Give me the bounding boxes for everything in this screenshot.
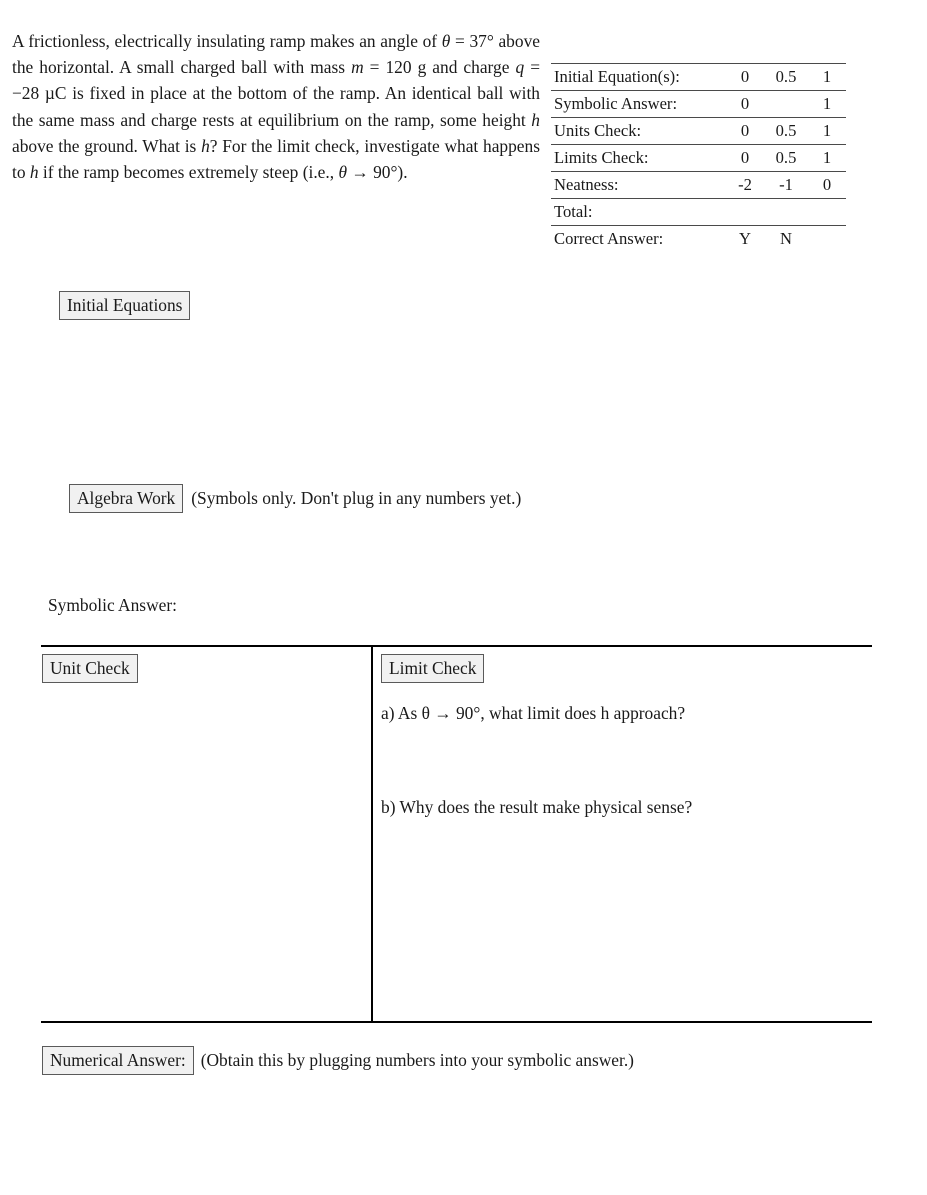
grading-label-correct-answer: Correct Answer: xyxy=(551,225,726,252)
numerical-answer-section: Numerical Answer: (Obtain this by pluggin… xyxy=(42,1046,634,1075)
check-section-vertical-divider xyxy=(371,645,373,1023)
grading-label-neatness: Neatness: xyxy=(551,171,726,199)
grading-row-correct-answer: Correct Answer: Y N xyxy=(551,225,846,252)
grading-label-initial-equations: Initial Equation(s): xyxy=(551,63,726,91)
grading-score-correct-answer-2[interactable] xyxy=(808,225,846,252)
algebra-work-section: Algebra Work (Symbols only. Don't plug in… xyxy=(69,484,521,513)
grading-row-symbolic-answer: Symbolic Answer: 0 1 xyxy=(551,90,846,118)
grading-score-limits-check-0[interactable]: 0 xyxy=(726,144,764,172)
symbolic-answer-section-label: Symbolic Answer: xyxy=(48,595,177,615)
grading-score-total-2[interactable] xyxy=(808,198,846,226)
limit-check-section-label: Limit Check xyxy=(381,654,485,683)
problem-symbol-theta-2: θ xyxy=(338,162,347,183)
grading-score-correct-answer-no[interactable]: N xyxy=(764,225,808,252)
grading-label-total: Total: xyxy=(551,198,726,226)
grading-score-symbolic-answer-0[interactable]: 0 xyxy=(726,90,764,118)
grading-score-total-1[interactable] xyxy=(764,198,808,226)
grading-score-neatness-0[interactable]: -2 xyxy=(726,171,764,199)
grading-row-neatness: Neatness: -2 -1 0 xyxy=(551,171,846,199)
grading-score-neatness-1[interactable]: -1 xyxy=(764,171,808,199)
numerical-answer-section-label: Numerical Answer: xyxy=(42,1046,194,1075)
limit-check-question-b: b) Why does the result make physical sen… xyxy=(381,797,693,817)
problem-run-4: = 120 g and charge xyxy=(363,57,516,78)
grading-score-initial-equations-2[interactable]: 1 xyxy=(808,63,846,91)
problem-statement: A frictionless, electrically insulating … xyxy=(12,28,540,185)
grading-score-limits-check-2[interactable]: 1 xyxy=(808,144,846,172)
problem-symbol-q: q xyxy=(515,57,525,78)
problem-run-0: A frictionless, electrically insulating … xyxy=(12,31,442,51)
problem-run-8: above the ground. What is xyxy=(12,135,202,156)
check-section-top-rule xyxy=(41,645,872,647)
grading-score-neatness-2[interactable]: 0 xyxy=(808,171,846,199)
grading-score-symbolic-answer-1[interactable] xyxy=(764,90,808,118)
problem-symbol-h-1: h xyxy=(531,109,540,130)
problem-symbol-m: m xyxy=(351,57,364,78)
initial-equations-section-label: Initial Equations xyxy=(59,291,191,320)
grading-label-units-check: Units Check: xyxy=(551,117,726,145)
grading-row-total: Total: xyxy=(551,198,846,226)
grading-score-correct-answer-yes[interactable]: Y xyxy=(726,225,764,252)
grading-score-units-check-0[interactable]: 0 xyxy=(726,117,764,145)
grading-score-limits-check-1[interactable]: 0.5 xyxy=(764,144,808,172)
grading-rubric-table: Initial Equation(s): 0 0.5 1 Symbolic An… xyxy=(551,57,846,252)
grading-row-initial-equations: Initial Equation(s): 0 0.5 1 xyxy=(551,63,846,91)
algebra-work-section-label: Algebra Work xyxy=(69,484,184,513)
algebra-work-note: (Symbols only. Don't plug in any numbers… xyxy=(191,488,522,508)
grading-label-limits-check: Limits Check: xyxy=(551,144,726,172)
limit-check-question-a: a) As θ → 90°, what limit does h approac… xyxy=(381,703,686,723)
grading-rubric-body: Initial Equation(s): 0 0.5 1 Symbolic An… xyxy=(551,57,846,252)
problem-symbol-h-2: h xyxy=(201,135,210,156)
problem-symbol-h-3: h xyxy=(29,162,39,183)
problem-run-14: → 90°). xyxy=(347,162,408,183)
numerical-answer-note: (Obtain this by plugging numbers into yo… xyxy=(200,1050,634,1070)
grading-score-symbolic-answer-2[interactable]: 1 xyxy=(808,90,846,118)
grading-row-limits-check: Limits Check: 0 0.5 1 xyxy=(551,144,846,172)
grading-score-total-0[interactable] xyxy=(726,198,764,226)
check-section-bottom-rule xyxy=(41,1021,872,1023)
grading-score-initial-equations-1[interactable]: 0.5 xyxy=(764,63,808,91)
unit-check-section-label: Unit Check xyxy=(42,654,138,683)
grading-score-units-check-1[interactable]: 0.5 xyxy=(764,117,808,145)
grading-score-initial-equations-0[interactable]: 0 xyxy=(726,63,764,91)
problem-run-12: if the ramp becomes extremely steep (i.e… xyxy=(38,162,339,183)
problem-statement-text: A frictionless, electrically insulating … xyxy=(12,28,540,185)
grading-label-symbolic-answer: Symbolic Answer: xyxy=(551,90,726,118)
grading-score-units-check-2[interactable]: 1 xyxy=(808,117,846,145)
grading-row-units-check: Units Check: 0 0.5 1 xyxy=(551,117,846,145)
